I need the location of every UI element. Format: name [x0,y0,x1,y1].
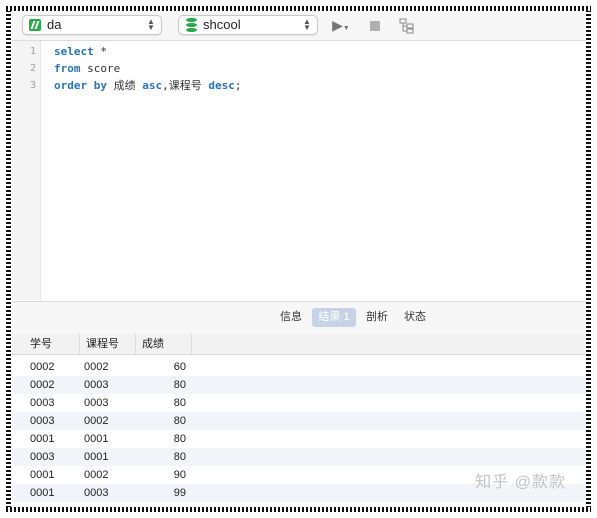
sql-text: 成绩 [106,79,143,92]
database-label: shcool [203,17,241,32]
stop-button[interactable] [364,16,386,34]
table-cell[interactable]: 80 [136,448,186,466]
sql-keyword: from [54,62,81,75]
table-row[interactable]: 0003 0001 80 [12,448,588,466]
table-cell[interactable]: 0003 [84,394,108,412]
toolbar: da ▲ ▼ shcool ▲ ▼ ▶▼ [12,10,588,41]
table-cell[interactable]: 80 [136,412,186,430]
table-cell[interactable]: 80 [136,394,186,412]
column-header-score[interactable]: 成绩 [136,334,192,354]
line-number: 1 [29,46,36,57]
code-line-1: select * [54,45,107,59]
sql-keyword: asc [142,79,163,92]
table-cell[interactable]: 99 [136,484,186,502]
database-icon [186,18,197,32]
sql-text: score [80,62,121,75]
chevron-down-icon: ▼ [342,25,350,32]
table-cell[interactable]: 0002 [84,412,108,430]
sql-text: * [93,45,107,58]
line-number-gutter: 1 2 3 [12,41,41,300]
table-cell[interactable]: 0003 [30,448,54,466]
connection-label: da [47,17,62,32]
chevron-updown-icon: ▲ ▼ [147,17,155,32]
table-cell[interactable]: 90 [136,466,186,484]
column-header-course-id[interactable]: 课程号 [80,334,136,354]
stop-icon [370,21,380,32]
table-header: 学号 课程号 成绩 [12,334,588,355]
line-number: 2 [29,63,36,74]
connection-select[interactable]: da ▲ ▼ [22,15,162,35]
table-cell[interactable]: 80 [136,376,186,394]
code-line-2: from score [54,62,120,76]
table-cell[interactable]: 0001 [30,484,54,502]
table-cell[interactable]: 0002 [84,358,108,376]
result-tabbar: 信息 结果 1 剖析 状态 [12,301,588,335]
connection-icon [29,19,41,31]
sql-text: ; [234,79,242,92]
sql-keyword: select [54,45,94,58]
table-row[interactable]: 0002 0002 60 [12,358,588,376]
sql-keyword: order by [54,79,107,92]
table-cell[interactable]: 0002 [30,358,54,376]
table-cell[interactable]: 0001 [84,448,108,466]
watermark: 知乎 @款款 [475,474,566,491]
column-header-student-id[interactable]: 学号 [24,334,80,354]
table-row[interactable]: 0002 0003 80 [12,376,588,394]
table-cell[interactable]: 0001 [30,430,54,448]
play-icon: ▶ [332,17,343,33]
table-row[interactable]: 0001 0001 80 [12,430,588,448]
explain-icon [399,18,414,34]
tab-result-1[interactable]: 结果 1 [312,308,356,327]
tab-profile[interactable]: 剖析 [360,308,394,327]
table-cell[interactable]: 0003 [84,484,108,502]
table-cell[interactable]: 0002 [84,466,108,484]
line-number: 3 [29,80,36,91]
tab-status[interactable]: 状态 [398,308,432,327]
tab-info[interactable]: 信息 [274,308,308,327]
table-row[interactable]: 0003 0002 80 [12,412,588,430]
table-cell[interactable]: 0001 [84,430,108,448]
explain-button[interactable] [396,16,418,34]
chevron-updown-icon: ▲ ▼ [303,17,311,32]
table-row[interactable]: 0003 0003 80 [12,394,588,412]
query-window: da ▲ ▼ shcool ▲ ▼ ▶▼ 1 2 3 select * from… [12,10,588,510]
sql-editor[interactable]: 1 2 3 select * from score order by 成绩 as… [12,41,588,300]
table-cell[interactable]: 0003 [30,412,54,430]
table-cell[interactable]: 0001 [30,466,54,484]
sql-keyword: desc [208,79,235,92]
sql-text: ,课程号 [162,79,209,92]
table-cell[interactable]: 0003 [84,376,108,394]
database-select[interactable]: shcool ▲ ▼ [178,15,318,35]
code-line-3: order by 成绩 asc,课程号 desc; [54,79,241,93]
table-cell[interactable]: 60 [136,358,186,376]
table-cell[interactable]: 0003 [30,394,54,412]
table-cell[interactable]: 80 [136,430,186,448]
run-button[interactable]: ▶▼ [330,16,352,34]
table-cell[interactable]: 0002 [30,376,54,394]
